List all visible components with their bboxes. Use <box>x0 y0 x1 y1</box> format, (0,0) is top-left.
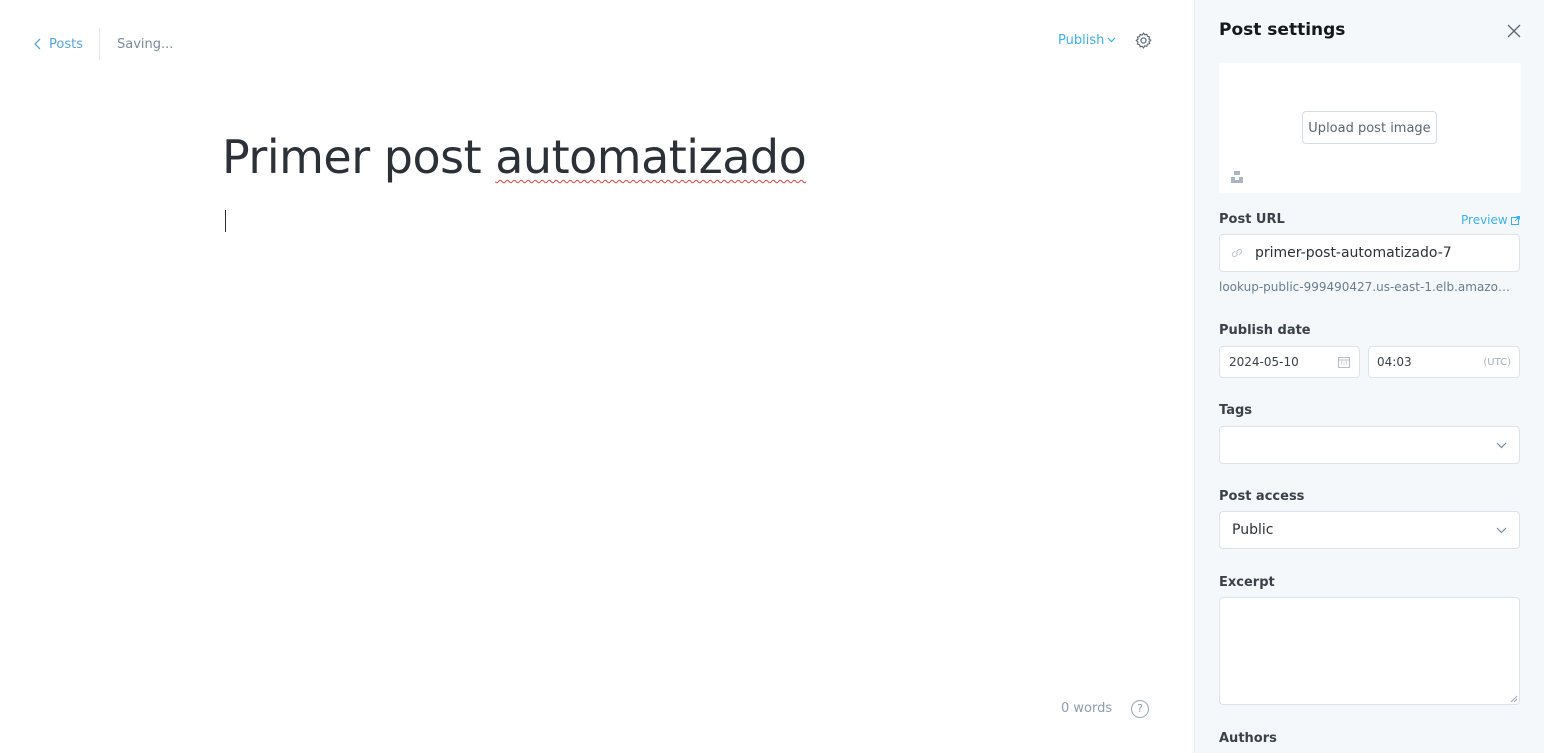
editor-topbar-left: Posts Saving... <box>33 28 173 60</box>
gear-icon <box>1135 31 1152 49</box>
external-link-icon <box>1510 215 1520 225</box>
post-title-input[interactable]: Primer post automatizado <box>222 130 807 184</box>
title-text-1: Primer post <box>222 130 496 184</box>
tags-label: Tags <box>1219 403 1253 418</box>
chevron-down-icon <box>1496 527 1507 533</box>
link-icon <box>1231 248 1243 258</box>
back-link-label: Posts <box>49 36 83 52</box>
panel-title: Post settings <box>1219 20 1346 40</box>
full-url-hint: lookup-public-999490427.us-east-1.elb.am… <box>1219 280 1515 294</box>
preview-link[interactable]: Preview <box>1461 213 1520 227</box>
close-icon[interactable] <box>1506 23 1522 39</box>
post-access-value: Public <box>1232 522 1274 538</box>
publish-label: Publish <box>1058 32 1105 48</box>
chevron-left-icon <box>34 38 41 50</box>
upload-post-image-button[interactable]: Upload post image <box>1302 111 1437 144</box>
editor-topbar-right: Publish <box>1058 30 1153 50</box>
settings-toggle-button[interactable] <box>1133 30 1153 50</box>
editor-pane: Posts Saving... Publish Primer post auto… <box>0 0 1194 753</box>
resize-handle-icon[interactable] <box>1510 695 1518 703</box>
text-cursor[interactable] <box>225 210 226 232</box>
title-text-2-misspelled: automatizado <box>495 130 807 184</box>
preview-label: Preview <box>1461 213 1508 227</box>
excerpt-textarea[interactable] <box>1219 597 1520 705</box>
post-access-select[interactable]: Public <box>1219 511 1520 549</box>
authors-label: Authors <box>1219 731 1277 746</box>
publish-time-field[interactable]: 04:03 (UTC) <box>1368 346 1520 378</box>
post-settings-panel: Post settings Upload post image Post URL… <box>1194 0 1544 753</box>
chevron-down-icon <box>1496 442 1507 448</box>
word-count: 0 words <box>1061 701 1113 716</box>
time-value: 04:03 <box>1377 355 1412 369</box>
excerpt-label: Excerpt <box>1219 575 1275 590</box>
timezone-label: (UTC) <box>1483 356 1511 368</box>
date-value: 2024-05-10 <box>1229 355 1299 369</box>
save-status: Saving... <box>116 36 174 52</box>
post-url-value: primer-post-automatizado-7 <box>1255 245 1452 261</box>
calendar-icon[interactable] <box>1338 356 1350 368</box>
post-image-area: Upload post image <box>1219 63 1521 193</box>
publish-date-field[interactable]: 2024-05-10 <box>1219 346 1360 378</box>
post-url-field[interactable]: primer-post-automatizado-7 <box>1219 234 1520 272</box>
publish-date-label: Publish date <box>1219 323 1311 338</box>
help-icon[interactable]: ? <box>1131 700 1149 718</box>
unsplash-icon[interactable] <box>1230 170 1244 184</box>
publish-dropdown-button[interactable]: Publish <box>1058 33 1116 48</box>
post-access-label: Post access <box>1219 489 1305 504</box>
chevron-down-icon <box>1107 37 1116 43</box>
tags-select[interactable] <box>1219 426 1520 464</box>
post-url-label: Post URL <box>1219 212 1285 227</box>
back-to-posts-link[interactable]: Posts <box>33 28 100 60</box>
